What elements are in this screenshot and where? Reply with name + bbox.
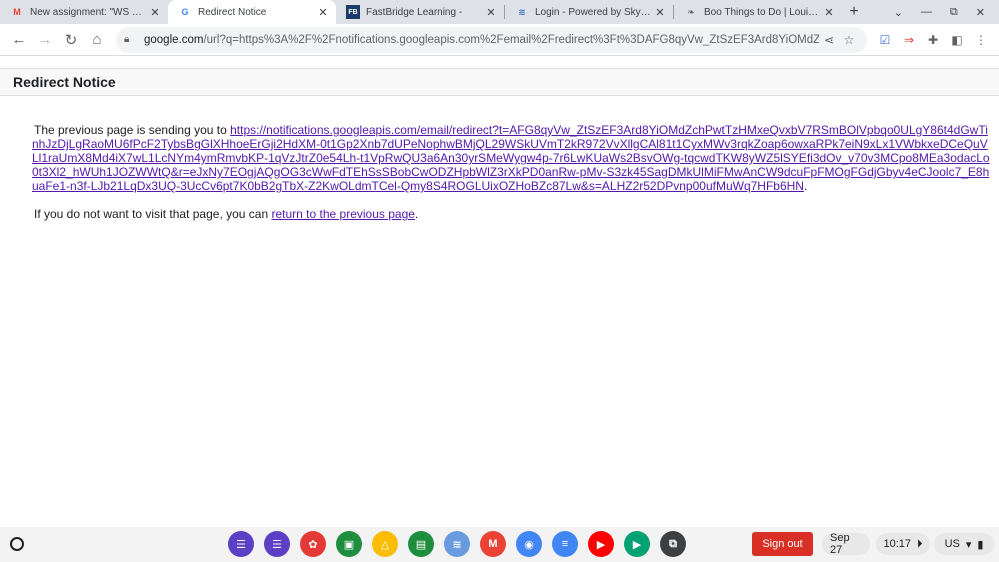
extension-check-icon[interactable]: ☑	[873, 28, 897, 52]
time-label: 10:17	[883, 538, 912, 550]
tab-title: Boo Things to Do | Louisville 2	[704, 6, 822, 18]
fastbridge-icon: FB	[346, 5, 360, 19]
app-classroom-2-icon[interactable]: ☰	[264, 531, 290, 557]
battery-icon: ▮	[977, 538, 984, 551]
app-meet-icon[interactable]: ▣	[336, 531, 362, 557]
date-tray[interactable]: Sep 27	[822, 532, 870, 556]
app-gmail-icon[interactable]: M	[480, 531, 506, 557]
play-circle-icon: ⏵	[917, 537, 923, 550]
chevron-down-icon[interactable]: ⌄	[894, 6, 903, 19]
address-url: google.com/url?q=https%3A%2F%2Fnotificat…	[144, 34, 819, 46]
app-palette-icon[interactable]: ✿	[300, 531, 326, 557]
window-controls: ⌄ — ⧉ ✕	[894, 0, 999, 24]
app-classroom-1-icon[interactable]: ☰	[228, 531, 254, 557]
redirect-content: The previous page is sending you to http…	[32, 123, 992, 235]
back-button[interactable]: ←	[6, 27, 32, 53]
close-icon[interactable]: ✕	[653, 6, 667, 19]
tab-skyward[interactable]: ≋ Login - Powered by Skyward ✕	[505, 0, 673, 24]
app-drive-icon[interactable]: △	[372, 531, 398, 557]
close-window-icon[interactable]: ✕	[976, 6, 985, 19]
close-icon[interactable]: ✕	[484, 6, 498, 19]
close-icon[interactable]: ✕	[148, 6, 162, 19]
minimize-icon[interactable]: —	[921, 6, 932, 18]
home-button[interactable]: ⌂	[84, 27, 110, 53]
period: .	[803, 179, 808, 193]
menu-kebab-icon[interactable]: ⋮	[969, 28, 993, 52]
decline-message: If you do not want to visit that page, y…	[32, 207, 992, 221]
locale-label: US	[944, 538, 960, 550]
app-docs-icon[interactable]: ≡	[552, 531, 578, 557]
share-icon[interactable]: ⋖	[819, 33, 839, 47]
tab-title: Login - Powered by Skyward	[535, 6, 653, 18]
app-skyward-icon[interactable]: ≋	[444, 531, 470, 557]
redirect-message: The previous page is sending you to http…	[32, 123, 992, 193]
reload-button[interactable]: ↻	[58, 27, 84, 53]
period: .	[414, 207, 419, 221]
shelf: ☰ ☰ ✿ ▣ △ ▤ ≋ M ◉ ≡ ▶ ▶ ⧉ Sign out Sep 27 10:17 ⏵ US…	[0, 527, 999, 562]
gmail-icon: M	[13, 7, 21, 17]
lock-icon: 🔒︎	[124, 34, 130, 45]
page-header: Redirect Notice	[0, 68, 999, 96]
bookmark-star-icon[interactable]: ☆	[839, 33, 859, 47]
time-tray[interactable]: 10:17 ⏵	[876, 533, 930, 555]
launcher-icon[interactable]	[10, 537, 24, 551]
tab-gmail[interactable]: M New assignment: "WS Pg. 22" ✕	[0, 0, 168, 24]
skyward-icon: ≋	[518, 6, 526, 17]
tab-redirect-notice[interactable]: G Redirect Notice ✕	[168, 0, 336, 24]
browser-toolbar: ← → ↻ ⌂ 🔒︎ google.com/url?q=https%3A%2F%…	[0, 24, 999, 56]
extensions-puzzle-icon[interactable]: ✚	[921, 28, 945, 52]
app-classroom-icon[interactable]: ▤	[408, 531, 434, 557]
tab-strip: M New assignment: "WS Pg. 22" ✕ G Redire…	[0, 0, 999, 24]
restore-icon[interactable]: ⧉	[950, 6, 958, 19]
app-chrome-icon[interactable]: ◉	[516, 531, 542, 557]
tab-title: FastBridge Learning -	[366, 6, 463, 18]
date-label: Sep 27	[830, 532, 850, 556]
wifi-icon: ▾	[965, 538, 972, 551]
close-icon[interactable]: ✕	[316, 6, 330, 19]
app-youtube-icon[interactable]: ▶	[588, 531, 614, 557]
sign-out-button[interactable]: Sign out	[752, 532, 813, 556]
address-bar[interactable]: 🔒︎ google.com/url?q=https%3A%2F%2Fnotifi…	[116, 26, 867, 53]
tab-boo-things[interactable]: ❧ Boo Things to Do | Louisville 2 ✕	[674, 0, 842, 24]
app-play-icon[interactable]: ▶	[624, 531, 650, 557]
app-screencast-icon[interactable]: ⧉	[660, 531, 686, 557]
tab-fastbridge[interactable]: FB FastBridge Learning - ✕	[336, 0, 504, 24]
pinned-apps: ☰ ☰ ✿ ▣ △ ▤ ≋ M ◉ ≡ ▶ ▶ ⧉	[228, 531, 686, 557]
decline-text: If you do not want to visit that page, y…	[34, 207, 272, 221]
google-icon: G	[181, 7, 189, 17]
extension-record-icon[interactable]: ⇒	[897, 28, 921, 52]
forward-button[interactable]: →	[32, 27, 58, 53]
side-panel-icon[interactable]: ◧	[945, 28, 969, 52]
address-path: /url?q=https%3A%2F%2Fnotifications.googl…	[203, 33, 819, 46]
tab-title: Redirect Notice	[198, 6, 267, 18]
sending-text: The previous page is sending you to	[34, 123, 231, 137]
tab-title: New assignment: "WS Pg. 22"	[30, 6, 148, 18]
return-link[interactable]: return to the previous page	[271, 207, 414, 221]
leaf-icon: ❧	[687, 6, 695, 17]
status-tray[interactable]: US ▾ ▮	[934, 533, 994, 555]
page-title: Redirect Notice	[13, 74, 116, 90]
new-tab-button[interactable]: +	[842, 0, 866, 24]
close-icon[interactable]: ✕	[822, 6, 836, 19]
address-domain: google.com	[144, 33, 204, 46]
